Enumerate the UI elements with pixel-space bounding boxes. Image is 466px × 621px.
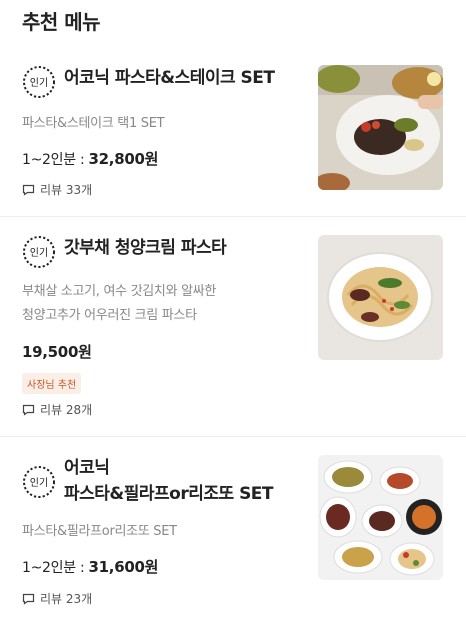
menu-item-title-row: 인기 어코닉 파스타&필라프or리조또 SET [22,455,274,507]
menu-item-name: 어코닉 파스타&필라프or리조또 SET [64,458,274,504]
popular-badge-icon: 인기 [22,65,56,99]
menu-item-title-row: 인기 어코닉 파스타&스테이크 SET [22,65,275,99]
menu-item-price: 1~2인분 : 31,600원 [22,558,159,576]
owner-recommend-tag: 사장님 추천 [22,373,82,394]
menu-item-price: 1~2인분 : 32,800원 [22,150,159,168]
menu-item-name: 갓부채 청양크림 파스타 [64,238,227,258]
menu-item-title-row: 인기 갓부채 청양크림 파스타 [22,235,227,269]
popular-badge-icon: 인기 [22,465,56,499]
review-count: 리뷰 33개 [22,181,92,198]
recommended-menu-page: 추천 메뉴 인기 어코닉 파스타&스테이크 SET 파스타&스테이크 택1 SE… [0,0,466,621]
steak-pasta-plate-photo [318,65,443,190]
divider [0,216,466,217]
menu-item-price: 19,500원 [22,343,92,361]
menu-item-description: 파스타&필라프or리조또 SET [22,524,177,539]
review-count: 리뷰 28개 [22,401,92,418]
menu-item[interactable]: 인기 어코닉 파스타&스테이크 SET 파스타&스테이크 택1 SET 1~2인… [0,50,466,216]
svg-text:인기: 인기 [30,247,48,259]
svg-text:인기: 인기 [30,477,48,489]
cream-pasta-photo [318,235,443,360]
menu-item[interactable]: 인기 갓부채 청양크림 파스타 부채살 소고기, 여수 갓김치와 알싸한 청양고… [0,218,466,436]
section-title: 추천 메뉴 [22,10,101,34]
menu-item[interactable]: 인기 어코닉 파스타&필라프or리조또 SET 파스타&필라프or리조또 SET… [0,438,466,621]
divider [0,436,466,437]
chat-bubble-icon [22,593,35,605]
chat-bubble-icon [22,184,35,196]
menu-item-description: 파스타&스테이크 택1 SET [22,116,165,131]
chat-bubble-icon [22,404,35,416]
set-table-spread-photo [318,455,443,580]
popular-badge-icon: 인기 [22,235,56,269]
menu-item-description: 부채살 소고기, 여수 갓김치와 알싸한 청양고추가 어우러진 크림 파스타 [22,284,217,323]
svg-text:인기: 인기 [30,77,48,89]
menu-item-name: 어코닉 파스타&스테이크 SET [64,68,275,88]
review-count: 리뷰 23개 [22,590,92,607]
